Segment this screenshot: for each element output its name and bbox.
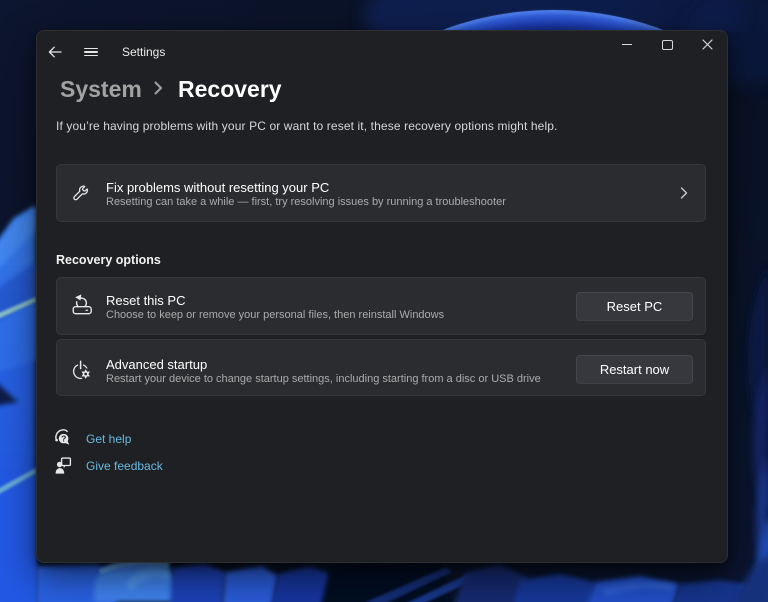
- svg-text:?: ?: [61, 433, 66, 443]
